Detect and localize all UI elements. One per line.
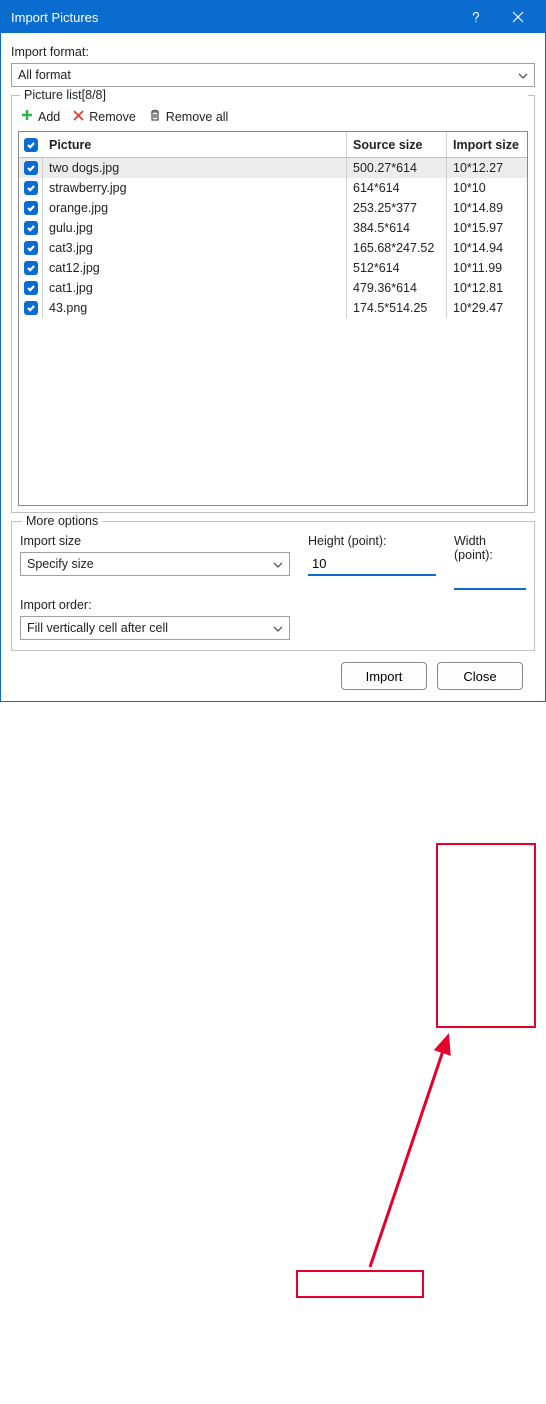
- import-size-combo[interactable]: Specify size: [20, 552, 290, 576]
- row-import-size: 10*10: [447, 178, 527, 198]
- row-picture: strawberry.jpg: [43, 178, 347, 198]
- dialog-footer: Import Close: [11, 651, 535, 701]
- row-picture: two dogs.jpg: [43, 158, 347, 178]
- row-picture: cat1.jpg: [43, 278, 347, 298]
- trash-icon: [148, 108, 162, 125]
- table-row[interactable]: cat3.jpg165.68*247.5210*14.94: [19, 238, 527, 258]
- row-checkbox-cell[interactable]: [19, 178, 43, 198]
- x-icon: [72, 109, 85, 125]
- header-source-size[interactable]: Source size: [347, 132, 447, 157]
- row-source-size: 500.27*614: [347, 158, 447, 178]
- row-checkbox-cell[interactable]: [19, 258, 43, 278]
- row-checkbox-cell[interactable]: [19, 158, 43, 178]
- close-window-button[interactable]: [497, 1, 539, 33]
- remove-label: Remove: [89, 110, 136, 124]
- table-row[interactable]: cat1.jpg479.36*61410*12.81: [19, 278, 527, 298]
- window-title: Import Pictures: [11, 10, 455, 25]
- import-pictures-dialog: Import Pictures Import format: All forma…: [0, 0, 546, 702]
- import-order-value: Fill vertically cell after cell: [27, 621, 168, 635]
- titlebar: Import Pictures: [1, 1, 545, 33]
- plus-icon: [20, 108, 34, 125]
- table-row[interactable]: orange.jpg253.25*37710*14.89: [19, 198, 527, 218]
- chevron-down-icon: [273, 557, 283, 571]
- row-picture: cat3.jpg: [43, 238, 347, 258]
- row-picture: 43.png: [43, 298, 347, 318]
- row-source-size: 174.5*514.25: [347, 298, 447, 318]
- table-row[interactable]: two dogs.jpg500.27*61410*12.27: [19, 158, 527, 178]
- add-label: Add: [38, 110, 60, 124]
- row-import-size: 10*14.89: [447, 198, 527, 218]
- import-format-label: Import format:: [11, 45, 535, 59]
- import-button[interactable]: Import: [341, 662, 427, 690]
- row-picture: cat12.jpg: [43, 258, 347, 278]
- row-checkbox-cell[interactable]: [19, 238, 43, 258]
- row-import-size: 10*12.27: [447, 158, 527, 178]
- height-label: Height (point):: [308, 534, 436, 548]
- row-checkbox-cell[interactable]: [19, 278, 43, 298]
- import-order-combo[interactable]: Fill vertically cell after cell: [20, 616, 290, 640]
- table-row[interactable]: 43.png174.5*514.2510*29.47: [19, 298, 527, 318]
- width-label: Width (point):: [454, 534, 526, 562]
- checkbox-icon: [24, 201, 38, 215]
- header-import-size[interactable]: Import size: [447, 132, 527, 157]
- row-checkbox-cell[interactable]: [19, 298, 43, 318]
- picture-table: Picture Source size Import size two dogs…: [18, 131, 528, 506]
- row-picture: orange.jpg: [43, 198, 347, 218]
- checkbox-icon: [24, 138, 38, 152]
- row-source-size: 384.5*614: [347, 218, 447, 238]
- close-button[interactable]: Close: [437, 662, 523, 690]
- picture-list-group: Picture list[8/8] Add Remove Remove all: [11, 95, 535, 513]
- header-checkbox-cell[interactable]: [19, 132, 43, 157]
- picture-list-toolbar: Add Remove Remove all: [18, 106, 528, 131]
- header-picture[interactable]: Picture: [43, 132, 347, 157]
- import-format-combo[interactable]: All format: [11, 63, 535, 87]
- row-source-size: 614*614: [347, 178, 447, 198]
- remove-all-button[interactable]: Remove all: [148, 108, 229, 125]
- add-button[interactable]: Add: [20, 108, 60, 125]
- checkbox-icon: [24, 261, 38, 275]
- table-body: two dogs.jpg500.27*61410*12.27strawberry…: [19, 158, 527, 505]
- checkbox-icon: [24, 221, 38, 235]
- row-source-size: 165.68*247.52: [347, 238, 447, 258]
- row-import-size: 10*11.99: [447, 258, 527, 278]
- checkbox-icon: [24, 241, 38, 255]
- checkbox-icon: [24, 161, 38, 175]
- import-order-label: Import order:: [20, 598, 526, 612]
- remove-button[interactable]: Remove: [72, 109, 136, 125]
- row-source-size: 479.36*614: [347, 278, 447, 298]
- row-import-size: 10*29.47: [447, 298, 527, 318]
- more-options-group: More options Import size Specify size He…: [11, 521, 535, 651]
- chevron-down-icon: [273, 621, 283, 635]
- row-source-size: 512*614: [347, 258, 447, 278]
- checkbox-icon: [24, 181, 38, 195]
- table-row[interactable]: cat12.jpg512*61410*11.99: [19, 258, 527, 278]
- import-format-value: All format: [18, 68, 71, 82]
- checkbox-icon: [24, 301, 38, 315]
- row-checkbox-cell[interactable]: [19, 198, 43, 218]
- help-button[interactable]: [455, 1, 497, 33]
- row-import-size: 10*15.97: [447, 218, 527, 238]
- row-checkbox-cell[interactable]: [19, 218, 43, 238]
- row-import-size: 10*12.81: [447, 278, 527, 298]
- remove-all-label: Remove all: [166, 110, 229, 124]
- height-input[interactable]: [308, 552, 436, 576]
- row-source-size: 253.25*377: [347, 198, 447, 218]
- row-import-size: 10*14.94: [447, 238, 527, 258]
- checkbox-icon: [24, 281, 38, 295]
- table-row[interactable]: gulu.jpg384.5*61410*15.97: [19, 218, 527, 238]
- picture-list-legend: Picture list[8/8]: [20, 88, 528, 102]
- import-size-value: Specify size: [27, 557, 94, 571]
- more-options-legend: More options: [22, 514, 102, 528]
- table-header: Picture Source size Import size: [19, 132, 527, 158]
- chevron-down-icon: [518, 68, 528, 82]
- width-input[interactable]: [454, 566, 526, 590]
- row-picture: gulu.jpg: [43, 218, 347, 238]
- import-size-label: Import size: [20, 534, 290, 548]
- table-row[interactable]: strawberry.jpg614*61410*10: [19, 178, 527, 198]
- dialog-content: Import format: All format Picture list[8…: [1, 33, 545, 701]
